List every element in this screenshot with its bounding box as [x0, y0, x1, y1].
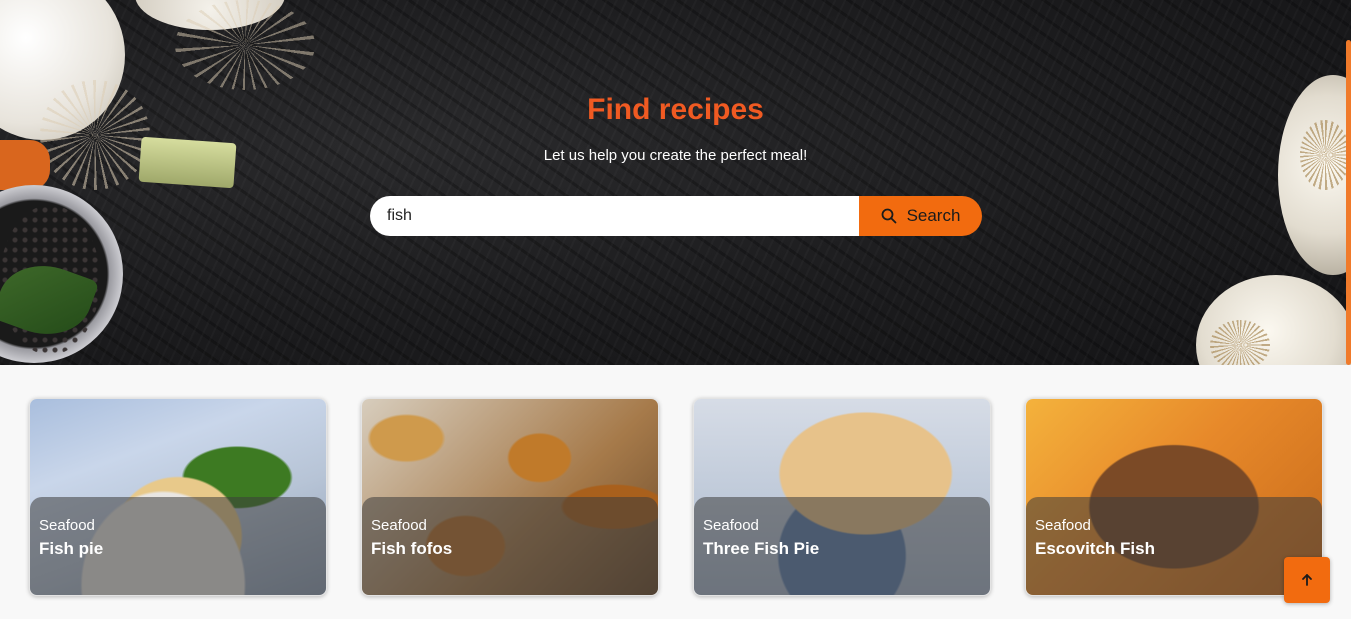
recipe-category: Seafood — [1035, 517, 1091, 534]
recipe-grid: Seafood Fish pie Seafood Fish fofos Seaf… — [0, 365, 1351, 619]
search-button-label: Search — [906, 206, 961, 225]
recipe-category: Seafood — [703, 517, 759, 534]
search-button[interactable]: Search — [859, 196, 982, 236]
recipe-name: Fish pie — [39, 539, 104, 558]
recipe-category: Seafood — [371, 517, 427, 534]
page-subtitle: Let us help you create the perfect meal! — [543, 147, 808, 164]
hero-banner: Find recipes Let us help you create the … — [0, 0, 1351, 365]
recipe-name: Three Fish Pie — [703, 539, 820, 558]
search-bar: Search — [370, 196, 982, 236]
arrow-up-icon — [1302, 574, 1312, 586]
recipe-category: Seafood — [39, 517, 95, 534]
scrollbar-thumb[interactable] — [1346, 40, 1351, 365]
recipe-card[interactable]: Seafood Fish pie — [29, 398, 327, 596]
page-title: Find recipes — [587, 93, 764, 126]
scroll-to-top-button[interactable] — [1284, 557, 1330, 603]
recipe-card[interactable]: Seafood Fish fofos — [361, 398, 659, 596]
recipe-card[interactable]: Seafood Escovitch Fish — [1025, 398, 1323, 596]
recipe-name: Fish fofos — [371, 539, 453, 558]
recipe-card[interactable]: Seafood Three Fish Pie — [693, 398, 991, 596]
hero-content: Find recipes Let us help you create the … — [0, 0, 1351, 365]
search-input[interactable] — [370, 196, 859, 236]
recipe-name: Escovitch Fish — [1035, 539, 1155, 558]
search-icon — [881, 208, 896, 224]
